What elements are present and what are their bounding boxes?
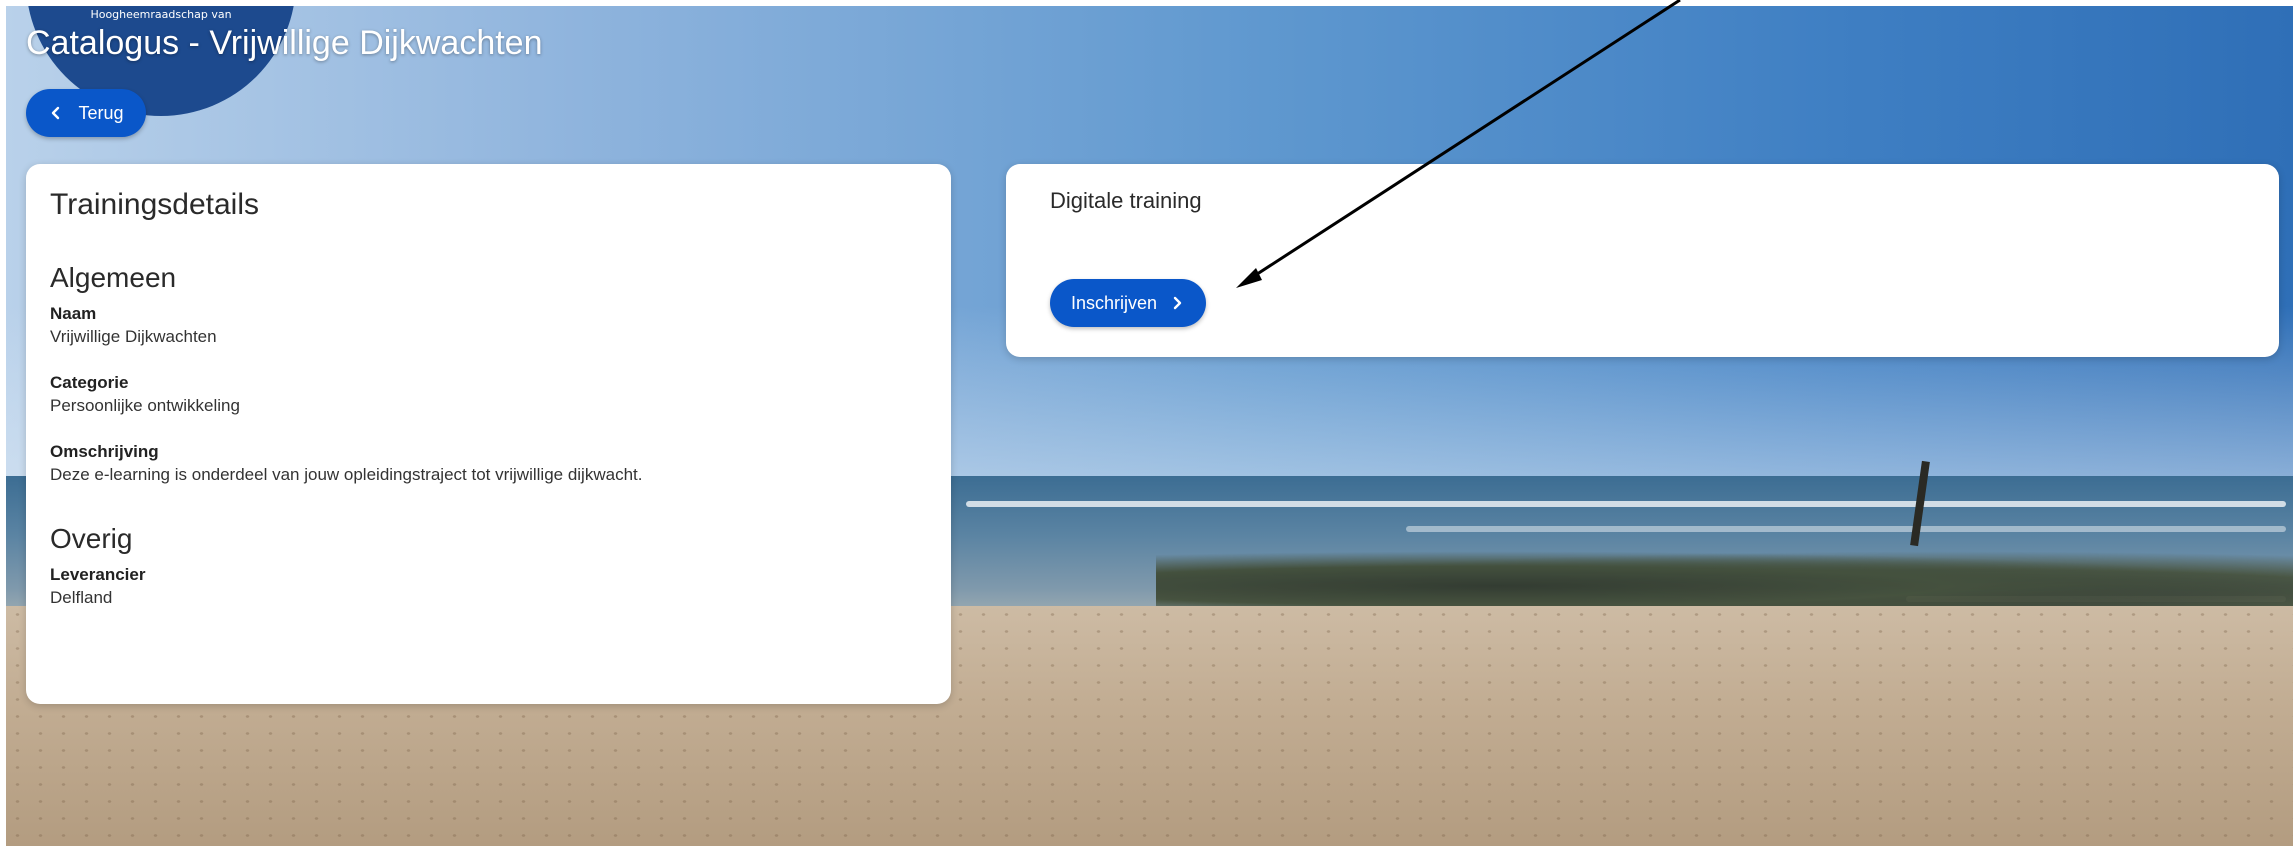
page-background: Hoogheemraadschap van Catalogus - Vrijwi… <box>6 6 2293 846</box>
description-label: Omschrijving <box>50 442 159 461</box>
section-other-heading: Overig <box>50 523 133 554</box>
chevron-left-icon <box>52 106 60 120</box>
category-label: Categorie <box>50 373 129 392</box>
background-surf <box>966 501 2286 507</box>
training-type-card: Digitale training Inschrijven <box>1006 164 2279 357</box>
page-title: Catalogus - Vrijwillige Dijkwachten <box>26 24 543 63</box>
category-value: Persoonlijke ontwikkeling <box>50 396 240 415</box>
logo-subtitle: Hoogheemraadschap van <box>90 8 232 21</box>
back-button[interactable]: Terug <box>26 89 146 137</box>
page-title-text: Catalogus - Vrijwillige Dijkwachten <box>26 24 543 62</box>
enroll-button-label: Inschrijven <box>1070 292 1158 313</box>
section-general-heading: Algemeen <box>50 262 177 293</box>
card-title: Trainingsdetails <box>50 188 259 221</box>
training-details-card: Trainingsdetails Algemeen Naam Vrijwilli… <box>26 164 951 704</box>
description-value: Deze e-learning is onderdeel van jouw op… <box>50 465 643 484</box>
supplier-value: Delfland <box>50 588 113 607</box>
name-label: Naam <box>50 304 97 323</box>
background-surf <box>1406 526 2286 532</box>
training-type-label: Digitale training <box>1050 188 1202 213</box>
name-value: Vrijwillige Dijkwachten <box>50 327 217 346</box>
back-button-label: Terug <box>78 102 124 123</box>
supplier-label: Leverancier <box>50 565 146 584</box>
enroll-button[interactable]: Inschrijven <box>1050 279 1206 327</box>
chevron-right-icon <box>1173 296 1182 310</box>
